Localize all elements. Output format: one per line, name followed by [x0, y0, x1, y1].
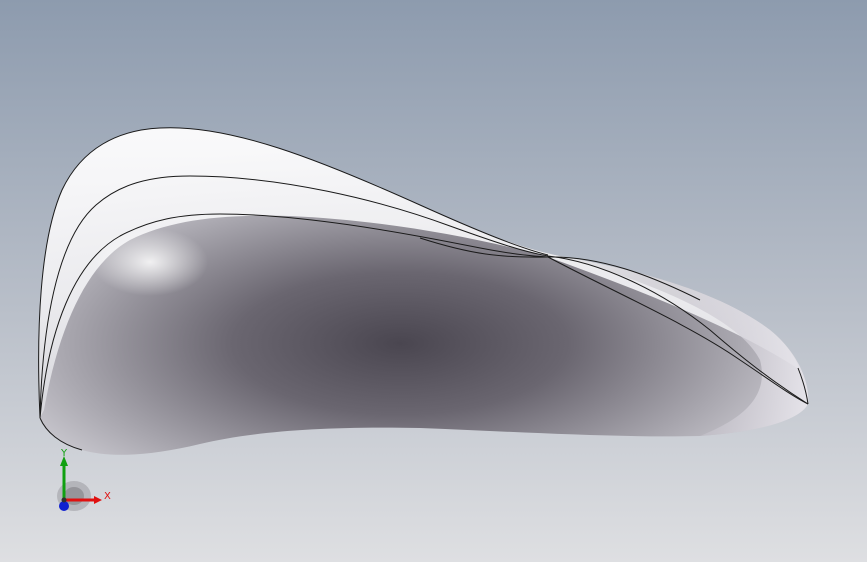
- triad-origin: [61, 497, 67, 503]
- triad-x-label: X: [104, 491, 111, 502]
- specular-highlight: [92, 228, 208, 296]
- reference-triad[interactable]: X Y: [44, 448, 120, 524]
- triad-y-label: Y: [60, 448, 68, 459]
- model-scene[interactable]: [0, 0, 867, 562]
- graphics-viewport[interactable]: X Y: [0, 0, 867, 562]
- triad-x-arrow: [94, 496, 102, 504]
